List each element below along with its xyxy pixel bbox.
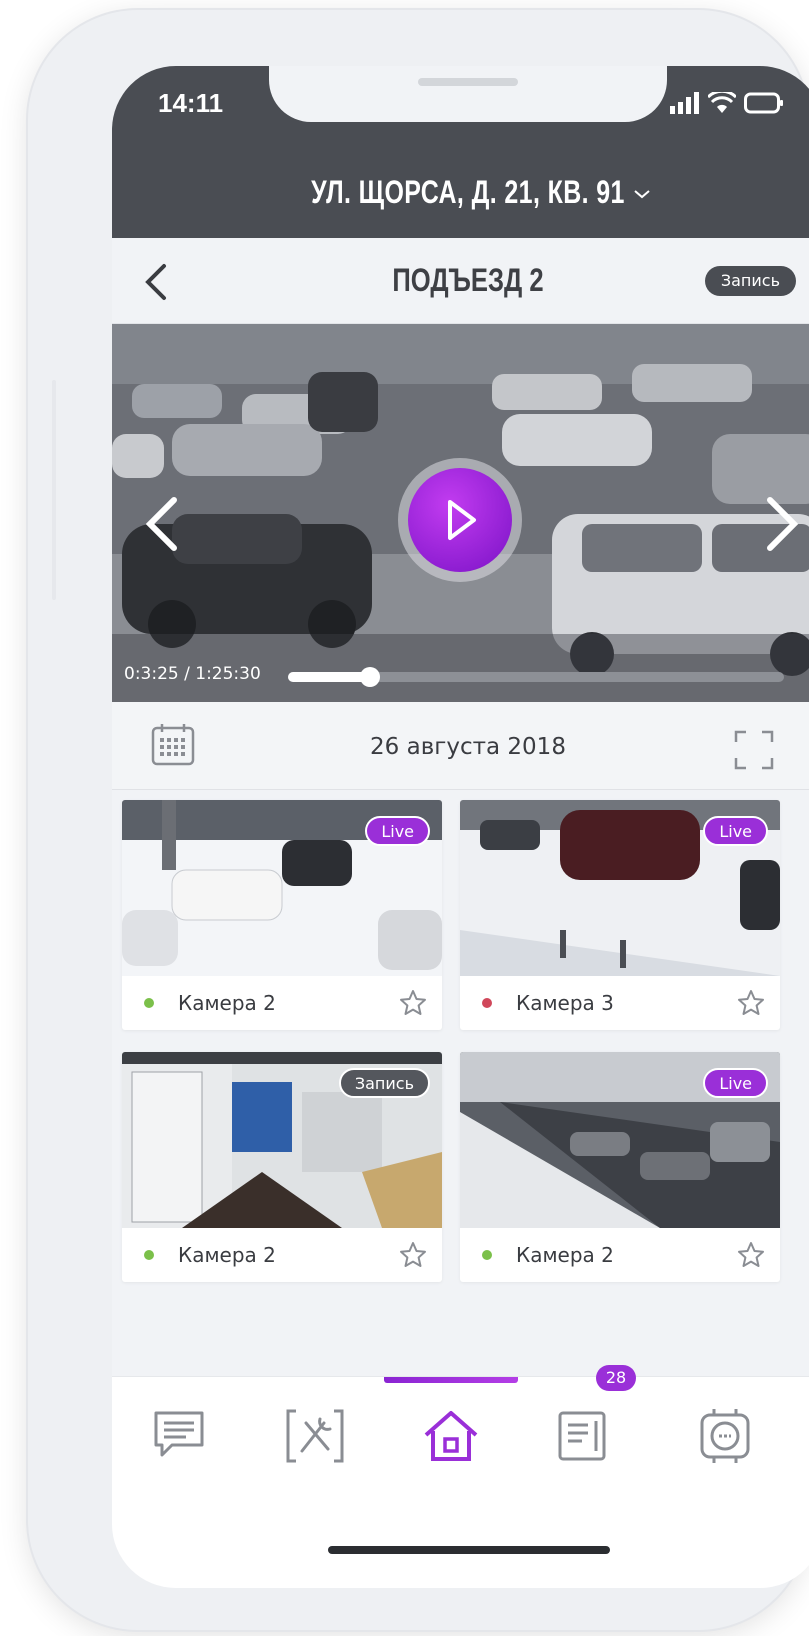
news-icon[interactable]	[552, 1405, 614, 1467]
battery-icon	[744, 92, 783, 114]
camera-name: Камера 3	[516, 991, 614, 1015]
status-dot	[482, 1250, 492, 1260]
seek-handle[interactable]	[360, 667, 380, 687]
camera-card-footer: Камера 2	[122, 976, 442, 1030]
star-icon[interactable]	[398, 988, 428, 1018]
phone-notch	[269, 66, 667, 122]
camera-card[interactable]: Live Камера 3	[460, 800, 780, 1030]
date-bar: 26 августа 2018	[112, 702, 809, 790]
play-icon	[448, 500, 476, 540]
home-indicator[interactable]	[328, 1546, 610, 1554]
phone-side-button	[52, 380, 56, 600]
live-badge: Live	[703, 816, 768, 846]
live-badge: Live	[703, 1068, 768, 1098]
camera-name: Камера 2	[516, 1243, 614, 1267]
bottom-tab-bar: 28	[112, 1365, 809, 1588]
camera-name: Камера 2	[178, 991, 276, 1015]
notification-count-badge: 28	[596, 1365, 636, 1391]
video-player[interactable]: 0:3:25 / 1:25:30	[112, 324, 809, 702]
app-header: 14:11 УЛ. ЩОРСА, Д. 21, КВ. 91	[112, 66, 809, 238]
camera-grid: Live Камера 2 Live Камера 3 Запись Камер…	[112, 790, 809, 1350]
active-tab-indicator	[384, 1377, 518, 1383]
app-screen: 14:11 УЛ. ЩОРСА, Д. 21, КВ. 91 ПОДЪЕЗД 2…	[112, 66, 809, 1588]
star-icon[interactable]	[398, 1240, 428, 1270]
chevron-down-icon[interactable]	[632, 184, 652, 204]
signal-icon	[670, 92, 699, 114]
star-icon[interactable]	[736, 1240, 766, 1270]
fullscreen-icon[interactable]	[734, 730, 774, 770]
page-title: ПОДЪЕЗД 2	[392, 262, 544, 298]
star-icon[interactable]	[736, 988, 766, 1018]
camera-card-footer: Камера 2	[122, 1228, 442, 1282]
speaker-grille	[418, 78, 518, 86]
camera-card[interactable]: Live Камера 2	[122, 800, 442, 1030]
selected-date[interactable]: 26 августа 2018	[112, 734, 809, 760]
video-time-readout: 0:3:25 / 1:25:30	[124, 664, 261, 684]
status-time: 14:11	[158, 88, 224, 118]
phone-frame: 14:11 УЛ. ЩОРСА, Д. 21, КВ. 91 ПОДЪЕЗД 2…	[28, 10, 809, 1630]
camera-card[interactable]: Запись Камера 2	[122, 1052, 442, 1282]
record-button[interactable]: Запись	[704, 266, 796, 296]
next-camera-icon[interactable]	[760, 494, 804, 554]
camera-card-footer: Камера 3	[460, 976, 780, 1030]
status-dot	[482, 998, 492, 1008]
back-arrow-icon[interactable]	[136, 260, 176, 304]
wifi-icon	[708, 92, 736, 113]
home-icon[interactable]	[420, 1405, 482, 1467]
camera-name: Камера 2	[178, 1243, 276, 1267]
status-dot	[144, 998, 154, 1008]
intercom-icon[interactable]	[694, 1405, 756, 1467]
live-badge: Live	[365, 816, 430, 846]
chat-icon[interactable]	[148, 1405, 210, 1467]
status-dot	[144, 1250, 154, 1260]
previous-camera-icon[interactable]	[140, 494, 184, 554]
address-title[interactable]: УЛ. ЩОРСА, Д. 21, КВ. 91	[190, 174, 745, 211]
camera-card[interactable]: Live Камера 2	[460, 1052, 780, 1282]
tools-icon[interactable]	[284, 1405, 346, 1467]
play-button[interactable]	[408, 468, 512, 572]
record-badge: Запись	[338, 1068, 430, 1098]
camera-card-footer: Камера 2	[460, 1228, 780, 1282]
subheader: ПОДЪЕЗД 2 Запись	[112, 238, 809, 324]
status-icons	[670, 92, 784, 114]
